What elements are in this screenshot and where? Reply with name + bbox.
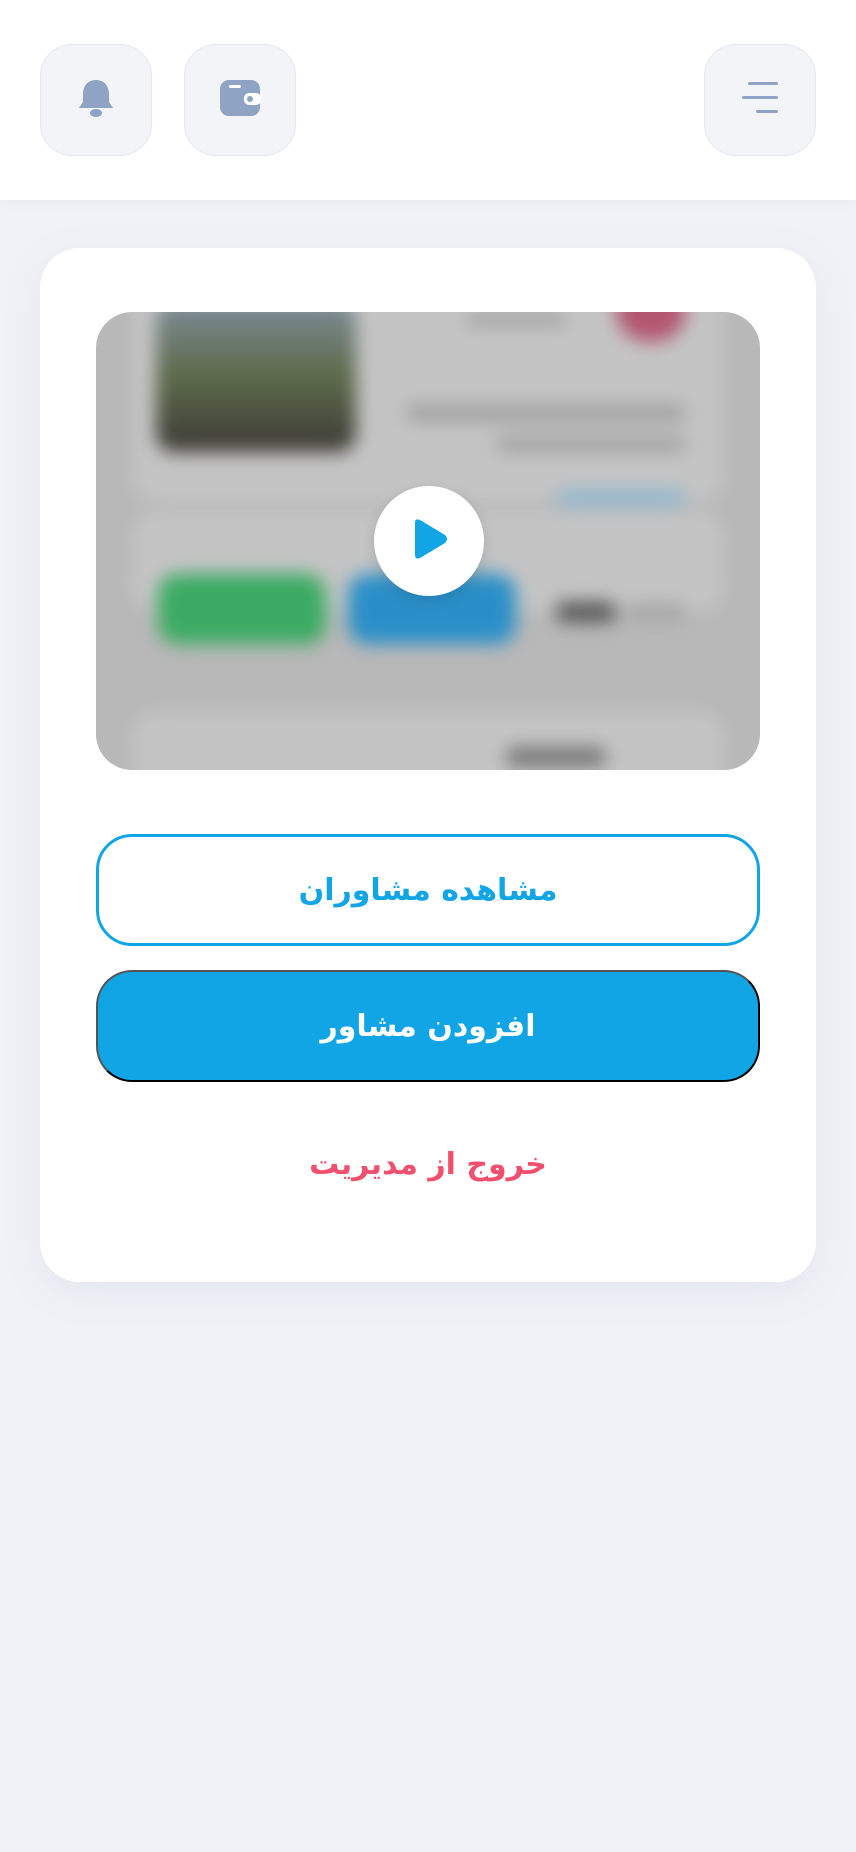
view-advisors-button[interactable]: مشاهده مشاوران: [96, 834, 760, 946]
add-advisor-button[interactable]: افزودن مشاور: [96, 970, 760, 1082]
intro-video[interactable]: [96, 312, 760, 770]
play-button[interactable]: [374, 486, 484, 596]
play-icon: [409, 517, 449, 565]
wallet-button[interactable]: [184, 44, 296, 156]
menu-icon: [740, 80, 780, 120]
top-bar: [0, 0, 856, 200]
wallet-icon: [219, 79, 261, 121]
bell-icon: [76, 77, 116, 123]
notifications-button[interactable]: [40, 44, 152, 156]
menu-button[interactable]: [704, 44, 816, 156]
main-card: مشاهده مشاوران افزودن مشاور خروج از مدیر…: [40, 248, 816, 1282]
logout-link[interactable]: خروج از مدیریت: [96, 1134, 760, 1194]
